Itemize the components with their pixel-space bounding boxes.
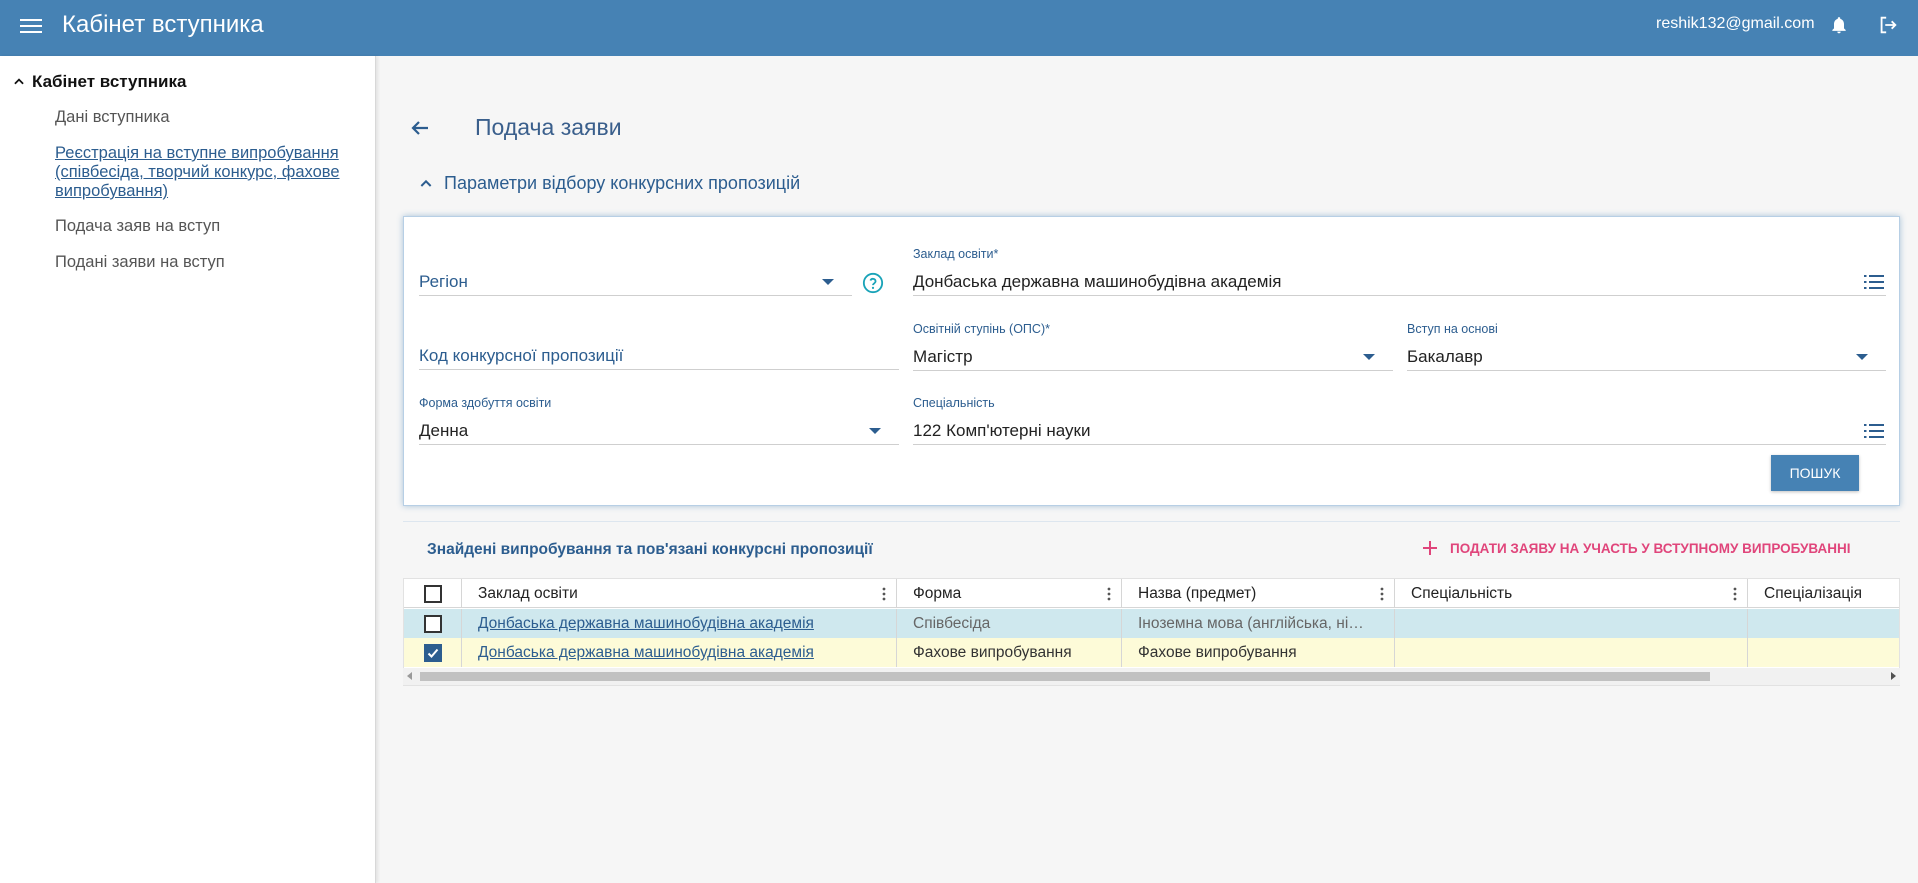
offer-code-input[interactable]: Код конкурсної пропозиції: [419, 338, 899, 370]
sidebar-item-submitted-applications[interactable]: Подані заяви на вступ: [55, 253, 225, 272]
apply-for-exam-button[interactable]: Подати заяву на участь у вступному випро…: [1422, 540, 1851, 556]
study-form-select[interactable]: Форма здобуття освіти Денна: [419, 396, 899, 445]
list-icon[interactable]: [1864, 274, 1884, 290]
back-arrow-icon[interactable]: [408, 116, 432, 140]
table-row[interactable]: Донбаська державна машинобудівна академі…: [404, 609, 1899, 638]
table-row[interactable]: Донбаська державна машинобудівна академі…: [404, 638, 1899, 667]
plus-icon: [1423, 541, 1437, 555]
menu-icon[interactable]: [20, 16, 42, 38]
column-header-label: Спеціалізація: [1764, 585, 1863, 602]
horizontal-scrollbar[interactable]: [403, 668, 1900, 685]
study-form-value: Денна: [419, 421, 469, 440]
column-menu-icon[interactable]: [882, 587, 886, 601]
checkmark-icon: [427, 648, 439, 658]
specialty-value: 122 Комп'ютерні науки: [913, 421, 1091, 440]
cell-institution: Донбаська державна машинобудівна академі…: [462, 638, 897, 667]
chevron-down-icon[interactable]: [1856, 354, 1868, 360]
sidebar-item-label: Подача заяв на вступ: [55, 217, 221, 235]
basis-select[interactable]: Вступ на основі Бакалавр: [1407, 322, 1886, 371]
apply-for-exam-label: Подати заяву на участь у вступному випро…: [1450, 540, 1851, 556]
column-header-label: Спеціальність: [1411, 585, 1513, 602]
select-all-checkbox[interactable]: [424, 585, 442, 603]
column-menu-icon[interactable]: [1107, 587, 1111, 601]
cell-subject: Фахове випробування: [1122, 638, 1395, 667]
cell-form: Фахове випробування: [897, 638, 1122, 667]
column-menu-icon[interactable]: [1733, 587, 1737, 601]
column-menu-icon[interactable]: [1380, 587, 1384, 601]
cell-specialization: [1748, 609, 1899, 638]
page-title: Подача заяви: [475, 114, 622, 140]
specialty-label: Спеціальність: [913, 396, 995, 410]
column-header-label: Заклад освіти: [478, 585, 578, 602]
row-checkbox[interactable]: [424, 615, 442, 633]
chevron-up-icon: [14, 78, 24, 85]
scroll-left-arrow-icon[interactable]: [407, 672, 412, 680]
sidebar-root[interactable]: Кабінет вступника: [12, 72, 186, 92]
institution-field[interactable]: Заклад освіти* Донбаська державна машино…: [913, 247, 1886, 296]
basis-label: Вступ на основі: [1407, 322, 1498, 336]
region-placeholder: Регіон: [419, 272, 468, 291]
sidebar-item-label: Реєстрація на вступне випробування (спів…: [55, 144, 340, 200]
sidebar-root-label: Кабінет вступника: [32, 72, 187, 91]
filters-card: Регіон Заклад освіти* Донбаська державна…: [403, 216, 1900, 506]
cell-institution: Донбаська державна машинобудівна академі…: [462, 609, 897, 638]
search-button[interactable]: Пошук: [1771, 455, 1859, 491]
chevron-up-icon: [420, 179, 432, 187]
row-checkbox-cell: [404, 638, 462, 667]
row-checkbox-cell: [404, 609, 462, 638]
filters-toggle[interactable]: Параметри відбору конкурсних пропозицій: [418, 173, 800, 194]
bell-icon[interactable]: [1829, 14, 1849, 36]
filters-toggle-label: Параметри відбору конкурсних пропозицій: [444, 173, 801, 193]
app-title: Кабінет вступника: [62, 11, 264, 38]
cell-form: Співбесіда: [897, 609, 1122, 638]
chevron-down-icon[interactable]: [869, 428, 881, 434]
logout-icon[interactable]: [1877, 14, 1899, 36]
user-email: reshik132@gmail.com: [1656, 15, 1815, 32]
sidebar-item-exam-registration[interactable]: Реєстрація на вступне випробування (спів…: [55, 144, 355, 201]
sidebar-item-label: Подані заяви на вступ: [55, 253, 225, 271]
institution-link[interactable]: Донбаська державна машинобудівна академі…: [478, 644, 814, 661]
column-header-institution[interactable]: Заклад освіти: [462, 579, 897, 608]
institution-value: Донбаська державна машинобудівна академі…: [913, 272, 1282, 291]
column-header-label: Форма: [913, 585, 962, 602]
sidebar: Кабінет вступника Дані вступника Реєстра…: [0, 56, 376, 883]
scroll-right-arrow-icon[interactable]: [1891, 672, 1896, 680]
cell-specialty: [1395, 638, 1748, 667]
institution-link[interactable]: Донбаська державна машинобудівна академі…: [478, 615, 814, 632]
basis-value: Бакалавр: [1407, 347, 1483, 366]
degree-value: Магістр: [913, 347, 973, 366]
column-header-form[interactable]: Форма: [897, 579, 1122, 608]
scrollbar-thumb[interactable]: [420, 672, 1710, 681]
degree-label: Освітній ступінь (ОПС)*: [913, 322, 1050, 336]
results-title: Знайдені випробування та пов'язані конку…: [427, 541, 873, 558]
column-header-subject[interactable]: Назва (предмет): [1122, 579, 1395, 608]
column-header-label: Назва (предмет): [1138, 585, 1257, 602]
cell-subject: Іноземна мова (англійська, ні…: [1122, 609, 1395, 638]
list-icon[interactable]: [1864, 423, 1884, 439]
degree-select[interactable]: Освітній ступінь (ОПС)* Магістр: [913, 322, 1393, 371]
sidebar-item-submit-applications[interactable]: Подача заяв на вступ: [55, 217, 220, 236]
help-icon[interactable]: [862, 272, 884, 294]
table-header-row: Заклад освіти Форма Назва (предмет) Спец…: [404, 579, 1899, 608]
column-header-specialty[interactable]: Спеціальність: [1395, 579, 1748, 608]
offer-code-placeholder: Код конкурсної пропозиції: [419, 346, 624, 365]
cell-specialty: [1395, 609, 1748, 638]
sidebar-item-label: Дані вступника: [55, 108, 170, 126]
study-form-label: Форма здобуття освіти: [419, 396, 552, 410]
region-select[interactable]: Регіон: [419, 264, 852, 296]
row-checkbox-checked[interactable]: [424, 644, 442, 662]
chevron-down-icon[interactable]: [822, 279, 834, 285]
institution-label: Заклад освіти*: [913, 247, 999, 261]
column-header-specialization[interactable]: Спеціалізація: [1748, 579, 1899, 608]
top-app-bar: Кабінет вступника reshik132@gmail.com: [0, 0, 1918, 56]
cell-specialization: [1748, 638, 1899, 667]
chevron-down-icon[interactable]: [1363, 354, 1375, 360]
header-checkbox-cell: [404, 579, 462, 608]
specialty-field[interactable]: Спеціальність 122 Комп'ютерні науки: [913, 396, 1886, 445]
sidebar-item-applicant-data[interactable]: Дані вступника: [55, 108, 170, 127]
divider: [403, 521, 1900, 522]
